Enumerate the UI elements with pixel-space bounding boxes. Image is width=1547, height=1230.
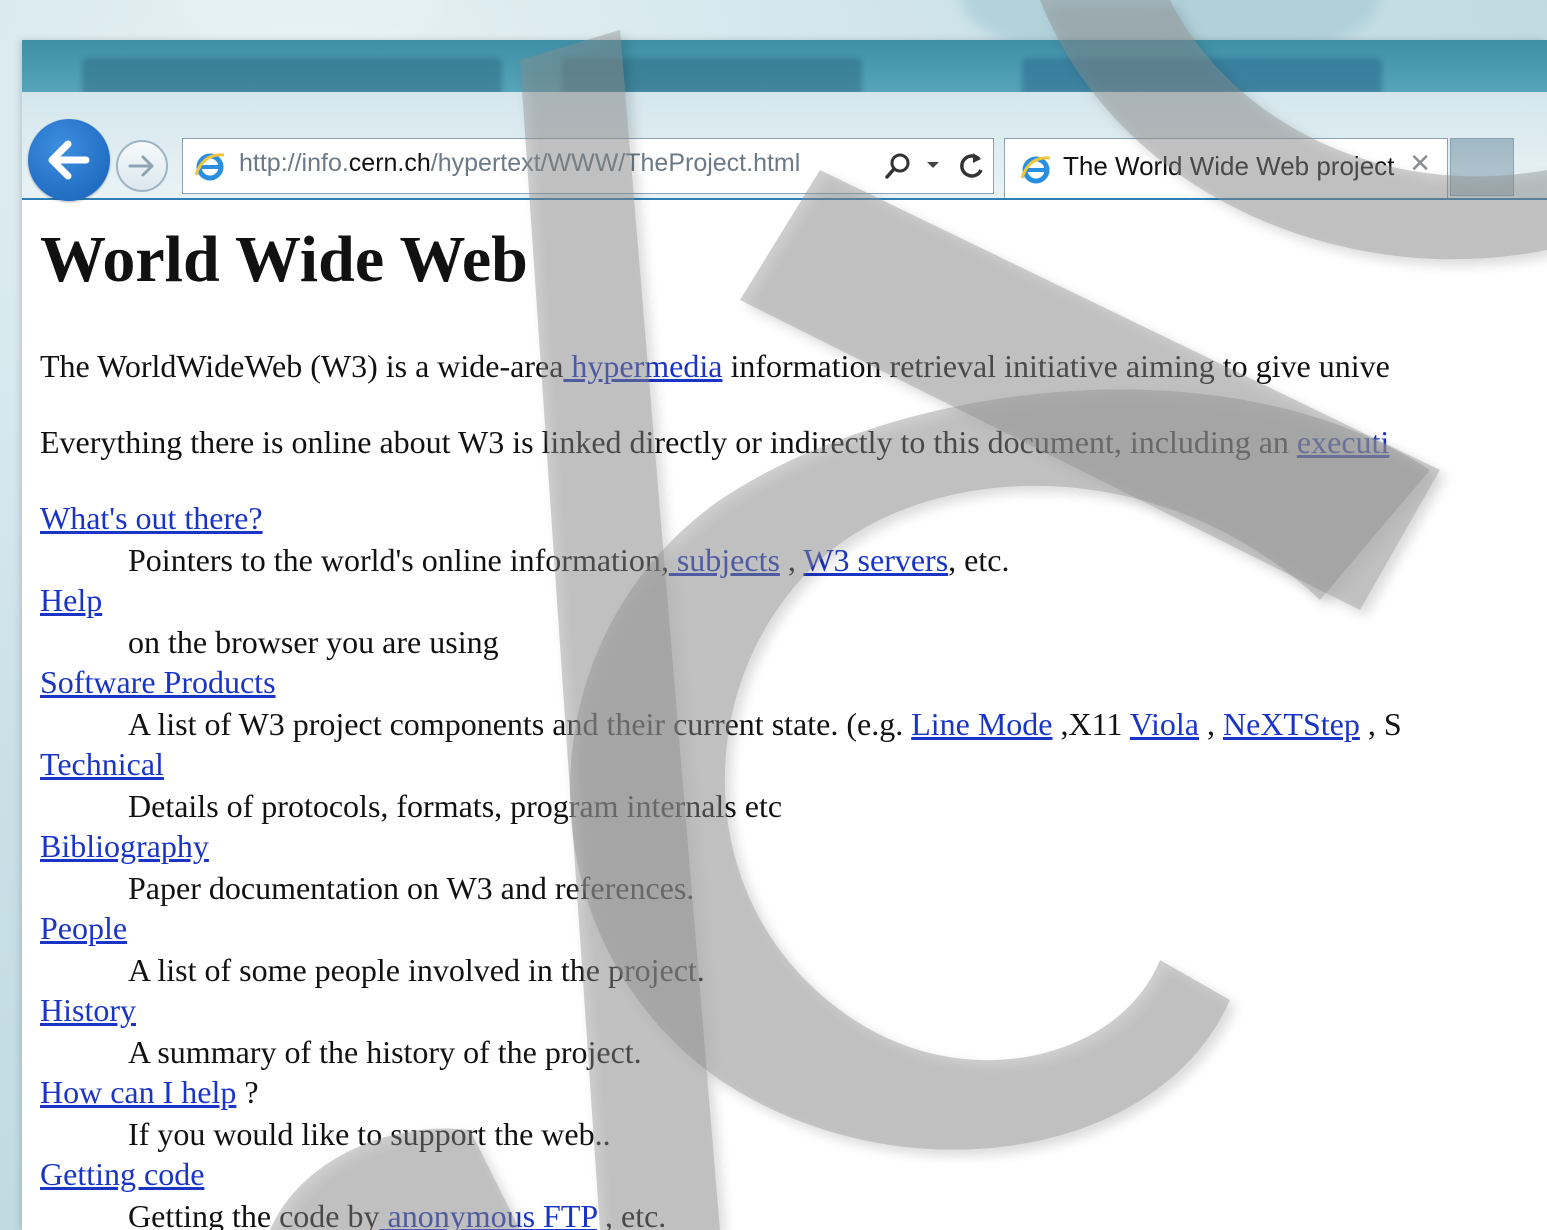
executive-summary-link[interactable]: executi: [1297, 424, 1389, 460]
hypermedia-link[interactable]: hypermedia: [563, 348, 722, 384]
list-term: History: [40, 992, 136, 1029]
list-term: What's out there?: [40, 500, 263, 537]
address-bar[interactable]: http://info.cern.ch/hypertext/WWW/ThePro…: [182, 138, 994, 194]
list-description: Pointers to the world's online informati…: [128, 542, 1009, 579]
description-text: , S: [1359, 706, 1402, 742]
description-text: Pointers to the world's online informati…: [128, 542, 669, 578]
forward-button[interactable]: [116, 140, 168, 192]
background-tab-blur: [82, 58, 502, 94]
background-tab-blur: [562, 58, 862, 94]
page-title: World Wide Web: [40, 223, 528, 296]
list-term: How can I help ?: [40, 1074, 259, 1111]
page-content: World Wide Web The WorldWideWeb (W3) is …: [40, 200, 1547, 1230]
separator-text: ,: [1199, 706, 1223, 742]
desktop-background: http://info.cern.ch/hypertext/WWW/ThePro…: [0, 0, 1547, 1230]
list-description: on the browser you are using: [128, 624, 499, 660]
navigation-toolbar: http://info.cern.ch/hypertext/WWW/ThePro…: [22, 92, 1547, 201]
list-term: Getting code: [40, 1156, 204, 1193]
description-text: Getting the code by: [128, 1198, 380, 1230]
separator-text: ,: [779, 542, 804, 578]
back-arrow-icon: [48, 140, 90, 180]
description-text: , etc.: [948, 542, 1010, 578]
back-button[interactable]: [28, 119, 110, 201]
list-description: If you would like to support the web..: [128, 1116, 611, 1152]
intro-text: The WorldWideWeb (W3) is a wide-area: [40, 348, 564, 384]
forward-arrow-icon: [128, 155, 154, 177]
address-url: http://info.cern.ch/hypertext/WWW/ThePro…: [239, 149, 801, 177]
refresh-icon[interactable]: [955, 149, 987, 183]
everything-text: Everything there is online about W3 is l…: [40, 424, 1297, 460]
description-text: A list of W3 project components and thei…: [128, 706, 912, 742]
tab-title: The World Wide Web project: [1063, 151, 1395, 181]
intro-paragraph: The WorldWideWeb (W3) is a wide-area hyp…: [40, 348, 1390, 385]
technical-link[interactable]: Technical: [40, 746, 164, 782]
list-description: A summary of the history of the project.: [128, 1034, 642, 1070]
help-link[interactable]: Help: [40, 582, 102, 618]
list-term: Software Products: [40, 664, 276, 701]
list-description: A list of W3 project components and thei…: [128, 706, 1402, 743]
background-tab-blur: [1022, 58, 1382, 94]
chevron-down-icon[interactable]: [925, 159, 941, 171]
list-term: Bibliography: [40, 828, 209, 865]
people-link[interactable]: People: [40, 910, 127, 946]
close-icon[interactable]: ✕: [1409, 149, 1431, 179]
how-can-i-help-link[interactable]: How can I help: [40, 1074, 236, 1110]
description-text: , etc.: [596, 1198, 667, 1230]
list-description: Paper documentation on W3 and references…: [128, 870, 695, 906]
getting-code-link[interactable]: Getting code: [40, 1156, 204, 1192]
everything-paragraph: Everything there is online about W3 is l…: [40, 424, 1389, 461]
ie-icon: [1020, 156, 1051, 184]
viola-link[interactable]: Viola: [1130, 706, 1199, 742]
history-link[interactable]: History: [40, 992, 136, 1028]
software-products-link[interactable]: Software Products: [40, 664, 276, 700]
w3-servers-link[interactable]: W3 servers: [803, 542, 948, 578]
tab-the-world-wide-web-project[interactable]: The World Wide Web project ✕: [1004, 138, 1448, 198]
nextstep-link[interactable]: NeXTStep: [1223, 706, 1360, 742]
list-term: People: [40, 910, 127, 947]
title-bar: [22, 40, 1547, 98]
whats-out-there-link[interactable]: What's out there?: [40, 500, 263, 536]
ie-icon: [194, 153, 225, 181]
list-description: Details of protocols, formats, program i…: [128, 788, 783, 824]
bibliography-link[interactable]: Bibliography: [40, 828, 209, 864]
browser-window: http://info.cern.ch/hypertext/WWW/ThePro…: [22, 40, 1547, 1230]
search-icon[interactable]: [883, 151, 913, 181]
list-description: A list of some people involved in the pr…: [128, 952, 705, 988]
list-description: Getting the code by anonymous FTP , etc.: [128, 1198, 666, 1230]
anonymous-ftp-link[interactable]: anonymous FTP: [379, 1198, 597, 1230]
list-term: Technical: [40, 746, 164, 783]
description-text: ,X11: [1052, 706, 1130, 742]
list-term: Help: [40, 582, 102, 619]
line-mode-link[interactable]: Line Mode: [911, 706, 1052, 742]
intro-text-continued: information retrieval initiative aiming …: [722, 348, 1390, 384]
question-mark: ?: [236, 1074, 259, 1110]
subjects-link[interactable]: subjects: [669, 542, 780, 578]
new-tab-button[interactable]: [1450, 138, 1514, 196]
